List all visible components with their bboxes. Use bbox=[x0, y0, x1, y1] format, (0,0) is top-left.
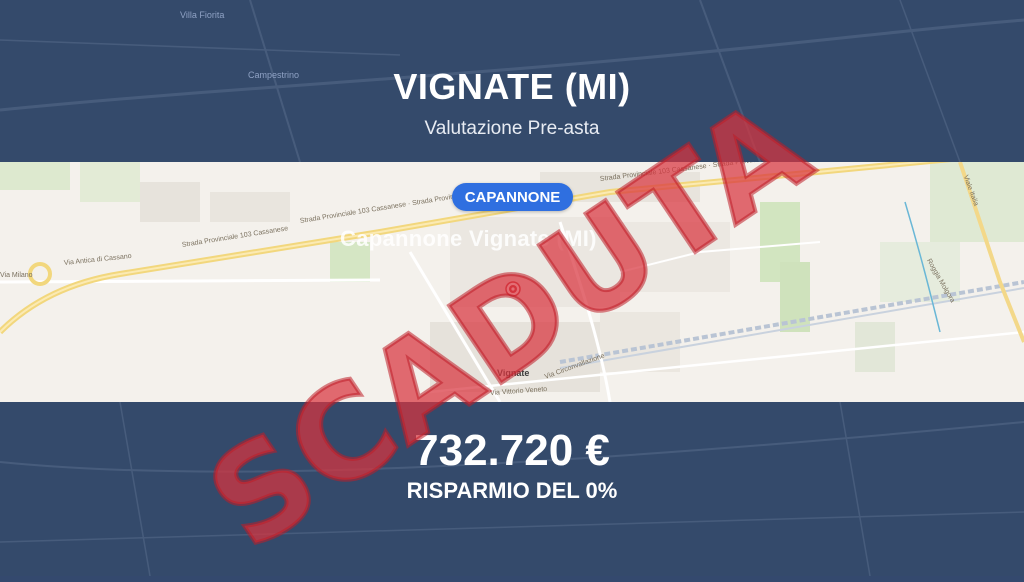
page-subtitle: Valutazione Pre-asta bbox=[424, 118, 600, 139]
place-label: Villa Fiorita bbox=[180, 10, 225, 20]
road-label: Via Milano bbox=[0, 272, 33, 279]
savings-text: RISPARMIO DEL 0% bbox=[406, 478, 618, 503]
auction-price: 732.720 € bbox=[414, 426, 610, 475]
header-band: Villa Fiorita Campestrino VIGNATE (MI) V… bbox=[0, 0, 1024, 162]
page-title: VIGNATE (MI) bbox=[393, 66, 631, 107]
